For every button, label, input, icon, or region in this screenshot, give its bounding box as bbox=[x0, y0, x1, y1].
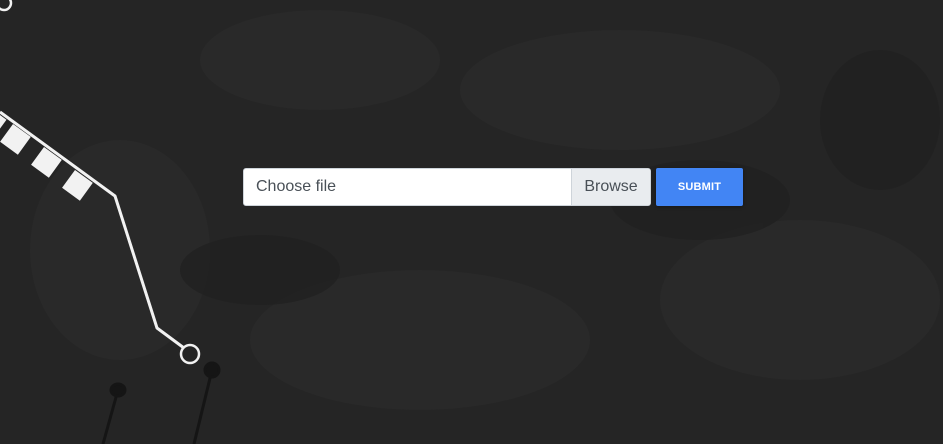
submit-button[interactable]: SUBMIT bbox=[656, 168, 743, 206]
file-input-label: Choose file bbox=[256, 178, 337, 195]
file-input[interactable]: Choose file Browse bbox=[243, 168, 651, 206]
circuit-node-top bbox=[0, 0, 13, 12]
upload-form: Choose file Browse SUBMIT bbox=[243, 168, 743, 206]
circuit-node-bottom bbox=[179, 343, 201, 365]
background-circuit-decoration bbox=[0, 0, 940, 444]
circuit-pad bbox=[0, 124, 31, 155]
browse-button[interactable]: Browse bbox=[571, 169, 650, 205]
